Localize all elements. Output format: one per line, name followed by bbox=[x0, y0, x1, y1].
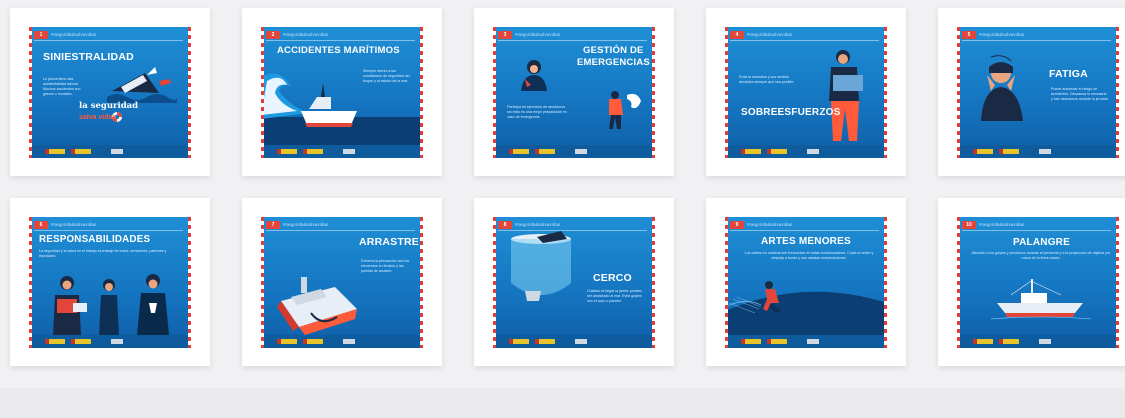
poster-grid: 1 #seguridadsalvavidas SINIESTRALIDAD Lo … bbox=[10, 8, 1125, 366]
poster-number: 2 bbox=[266, 30, 280, 39]
poster-hashtag: #seguridadsalvavidas bbox=[747, 32, 793, 37]
poster-title: ARRASTRE bbox=[359, 236, 419, 248]
poster-description: Participa en ejercicios de simulacros si… bbox=[507, 105, 567, 119]
poster-image: 10 #seguridadsalvavidas PALANGRE Atención… bbox=[957, 217, 1119, 348]
poster-number: 3 bbox=[498, 30, 512, 39]
poster-hashtag: #seguridadsalvavidas bbox=[51, 222, 97, 227]
firefighter-illustration bbox=[609, 91, 641, 129]
poster-image: 5 #seguridadsalvavidas FATIGA Puede aumen… bbox=[957, 27, 1119, 158]
poster-description: Evita la maniobra y sus medios anclados … bbox=[739, 75, 795, 84]
tired-worker-illustration bbox=[981, 55, 1023, 121]
poster-number: 9 bbox=[730, 220, 744, 229]
poster-title: PALANGRE bbox=[1013, 237, 1070, 248]
poster-description: Atención a los golpes y pinchazos durant… bbox=[971, 251, 1111, 260]
poster-card-accidentes-maritimos[interactable]: 2 #seguridadsalvavidas ACCIDENTES MARÍTIM… bbox=[242, 8, 442, 176]
poster-title-line2: EMERGENCIAS bbox=[577, 57, 650, 68]
poster-card-siniestralidad[interactable]: 1 #seguridadsalvavidas SINIESTRALIDAD Lo … bbox=[10, 8, 210, 176]
slogan-line1: la seguridad bbox=[79, 101, 139, 111]
longliner-boat-illustration bbox=[991, 279, 1091, 320]
poster-number: 5 bbox=[962, 30, 976, 39]
poster-image: 4 #seguridadsalvavidas Evita la maniobra … bbox=[725, 27, 887, 158]
poster-image: 7 #seguridadsalvavidas ARRASTRE Extrema l… bbox=[261, 217, 423, 348]
poster-hashtag: #seguridadsalvavidas bbox=[979, 222, 1025, 227]
poster-title: SINIESTRALIDAD bbox=[43, 51, 134, 63]
poster-hashtag: #seguridadsalvavidas bbox=[515, 32, 561, 37]
poster-image: 2 #seguridadsalvavidas ACCIDENTES MARÍTIM… bbox=[261, 27, 423, 158]
trawler-boat-illustration bbox=[277, 277, 357, 335]
poster-title-line1: GESTIÓN DE bbox=[583, 45, 644, 56]
poster-title: ARTES MENORES bbox=[761, 236, 851, 247]
poster-description: Extrema la precaución con los elementos … bbox=[361, 259, 410, 273]
poster-hashtag: #seguridadsalvavidas bbox=[283, 222, 329, 227]
poster-number: 1 bbox=[34, 30, 48, 39]
slogan-line2: salva vidas bbox=[79, 114, 117, 121]
poster-image: 1 #seguridadsalvavidas SINIESTRALIDAD Lo … bbox=[29, 27, 191, 158]
poster-description: La seguridad y la salud en el trabajo es… bbox=[39, 249, 167, 258]
poster-card-palangre[interactable]: 10 #seguridadsalvavidas PALANGRE Atención… bbox=[938, 198, 1125, 366]
fisherman-deck-illustration bbox=[725, 281, 887, 335]
poster-image: 8 #seguridadsalvavidas CERCO Cuidado al l… bbox=[493, 217, 655, 348]
poster-hashtag: #seguridadsalvavidas bbox=[747, 222, 793, 227]
poster-title: RESPONSABILIDADES bbox=[39, 234, 151, 245]
team-illustration bbox=[53, 274, 169, 335]
poster-image: 3 #seguridadsalvavidas GESTIÓN DE EMERGEN… bbox=[493, 27, 655, 158]
poster-number: 8 bbox=[498, 220, 512, 229]
crew-member-illustration bbox=[521, 60, 547, 91]
page-bottom-strip bbox=[0, 388, 1125, 418]
poster-title: ACCIDENTES MARÍTIMOS bbox=[277, 45, 400, 56]
poster-card-responsabilidades[interactable]: 6 #seguridadsalvavidas RESPONSABILIDADES … bbox=[10, 198, 210, 366]
poster-hashtag: #seguridadsalvavidas bbox=[515, 222, 561, 227]
poster-number: 4 bbox=[730, 30, 744, 39]
poster-title: CERCO bbox=[593, 272, 632, 284]
sinking-boat-illustration bbox=[107, 67, 177, 103]
poster-number: 7 bbox=[266, 220, 280, 229]
poster-title: FATIGA bbox=[1049, 68, 1088, 80]
worker-carrying-box-illustration bbox=[829, 50, 863, 141]
poster-hashtag: #seguridadsalvavidas bbox=[979, 32, 1025, 37]
poster-image: 6 #seguridadsalvavidas RESPONSABILIDADES … bbox=[29, 217, 191, 348]
poster-image: 9 #seguridadsalvavidas ARTES MENORES Los … bbox=[725, 217, 887, 348]
poster-card-artes-menores[interactable]: 9 #seguridadsalvavidas ARTES MENORES Los … bbox=[706, 198, 906, 366]
poster-card-fatiga[interactable]: 5 #seguridadsalvavidas FATIGA Puede aumen… bbox=[938, 8, 1125, 176]
poster-hashtag: #seguridadsalvavidas bbox=[283, 32, 329, 37]
poster-card-gestion-emergencias[interactable]: 3 #seguridadsalvavidas GESTIÓN DE EMERGEN… bbox=[474, 8, 674, 176]
poster-hashtag: #seguridadsalvavidas bbox=[51, 32, 97, 37]
poster-description: Cuidado al largar la jareta: puedes ser … bbox=[587, 289, 642, 303]
poster-card-arrastre[interactable]: 7 #seguridadsalvavidas ARRASTRE Extrema l… bbox=[242, 198, 442, 366]
poster-description: Los cables en cubierta son frecuentes en… bbox=[744, 251, 874, 260]
poster-description: Lo pesca tiene alta accidentalidad labor… bbox=[43, 77, 81, 96]
poster-number: 6 bbox=[34, 220, 48, 229]
purse-seine-net-illustration bbox=[511, 231, 571, 301]
poster-number: 10 bbox=[962, 220, 976, 229]
poster-description: Siempre atento a las condiciones de segu… bbox=[363, 69, 410, 83]
poster-description: Puede aumentar el riesgo de accidentes. … bbox=[1051, 87, 1109, 101]
poster-title: SOBREESFUERZOS bbox=[741, 107, 841, 118]
poster-card-cerco[interactable]: 8 #seguridadsalvavidas CERCO Cuidado al l… bbox=[474, 198, 674, 366]
poster-card-sobreesfuerzos[interactable]: 4 #seguridadsalvavidas Evita la maniobra … bbox=[706, 8, 906, 176]
